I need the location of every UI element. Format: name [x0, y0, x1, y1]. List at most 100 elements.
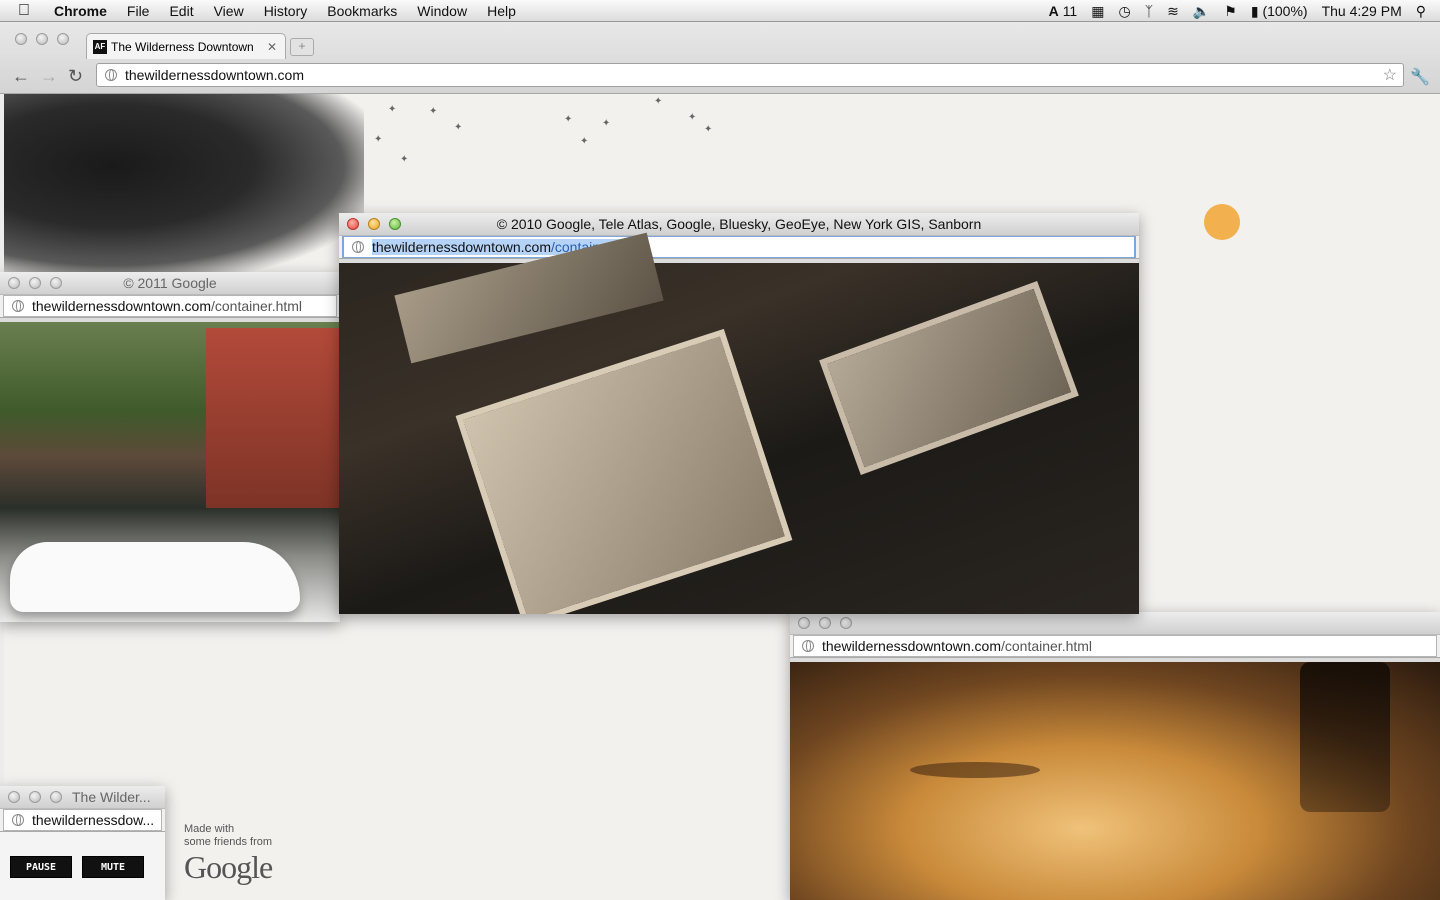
menu-window[interactable]: Window	[417, 3, 467, 19]
reload-icon[interactable]: ↻	[68, 66, 83, 87]
menu-app-name[interactable]: Chrome	[54, 3, 107, 19]
bird-icon: ✦	[688, 112, 697, 123]
window-controls	[8, 277, 71, 289]
close-window-button[interactable]	[8, 277, 20, 289]
popup-window-running[interactable]: thewildernessdowntown.com/container.html	[790, 612, 1440, 900]
popup-window-aerial[interactable]: © 2010 Google, Tele Atlas, Google, Blues…	[339, 213, 1139, 614]
adobe-updater-item[interactable]: A 11	[1049, 3, 1078, 19]
input-flag-icon[interactable]: ⚑	[1224, 3, 1237, 20]
playback-controls: PAUSE MUTE	[10, 856, 154, 878]
popup-title: The Wilder...	[72, 789, 151, 805]
menu-bookmarks[interactable]: Bookmarks	[327, 3, 397, 19]
pause-button[interactable]: PAUSE	[10, 856, 72, 878]
battery-icon: ▮	[1250, 2, 1259, 19]
window-controls	[15, 33, 78, 45]
street-view-video	[0, 322, 340, 622]
white-car-image	[10, 542, 300, 612]
battery-item[interactable]: ▮ (100%)	[1251, 3, 1308, 20]
popup-title: © 2011 Google	[123, 275, 217, 291]
bluetooth-icon[interactable]: ᛉ	[1145, 3, 1153, 19]
close-window-button[interactable]	[347, 218, 359, 230]
spotlight-search-icon[interactable]: ⚲	[1416, 3, 1426, 20]
url-host: thewildernessdowntown.com	[822, 638, 1001, 654]
mute-button[interactable]: MUTE	[82, 856, 144, 878]
wifi-icon[interactable]: ≋	[1167, 3, 1179, 20]
close-window-button[interactable]	[798, 617, 810, 629]
menu-history[interactable]: History	[264, 3, 308, 19]
window-controls	[798, 617, 861, 629]
close-window-button[interactable]	[8, 791, 20, 803]
popup-titlebar[interactable]: © 2010 Google, Tele Atlas, Google, Blues…	[339, 213, 1139, 235]
tab-wilderness-downtown[interactable]: AF The Wilderness Downtown ✕	[86, 33, 286, 59]
bird-icon: ✦	[580, 136, 589, 147]
rooftop-image	[463, 336, 785, 614]
zoom-window-button[interactable]	[50, 791, 62, 803]
adobe-count: 11	[1062, 3, 1078, 19]
globe-icon	[105, 69, 117, 81]
popup-window-controls[interactable]: The Wilder... thewildernessdow...	[0, 786, 165, 900]
minimize-window-button[interactable]	[819, 617, 831, 629]
bird-icon: ✦	[454, 122, 463, 133]
window-controls	[8, 791, 71, 803]
globe-icon	[802, 640, 814, 652]
bird-icon: ✦	[564, 114, 573, 125]
bird-icon: ✦	[429, 106, 438, 117]
minimize-window-button[interactable]	[29, 277, 41, 289]
menu-edit[interactable]: Edit	[169, 3, 193, 19]
minimize-window-button[interactable]	[29, 791, 41, 803]
popup-url-field[interactable]: thewildernessdowntown.com/container.html	[793, 635, 1437, 657]
zoom-window-button[interactable]	[50, 277, 62, 289]
google-logo: Google	[184, 849, 273, 885]
shadow-image	[910, 762, 1040, 778]
google-credit[interactable]: Made with some friends from Google	[184, 823, 273, 885]
close-window-button[interactable]	[15, 33, 27, 45]
menu-view[interactable]: View	[214, 3, 244, 19]
evernote-icon[interactable]: ▦	[1091, 3, 1104, 20]
zoom-window-button[interactable]	[57, 33, 69, 45]
popup-window-street[interactable]: © 2011 Google thewildernessdowntown.com /…	[0, 272, 340, 622]
clock[interactable]: Thu 4:29 PM	[1322, 3, 1402, 19]
url-path: /container.html	[210, 298, 303, 314]
popup-address-bar[interactable]: thewildernessdowntown.com/container.html	[339, 235, 1139, 259]
bookmark-star-icon[interactable]: ☆	[1383, 65, 1397, 85]
address-bar[interactable]: thewildernessdowntown.com ☆	[96, 63, 1404, 87]
tab-favicon: AF	[93, 39, 107, 54]
zoom-window-button[interactable]	[389, 218, 401, 230]
globe-icon	[12, 300, 24, 312]
tab-close-icon[interactable]: ✕	[267, 40, 277, 54]
minimize-window-button[interactable]	[36, 33, 48, 45]
popup-address-bar[interactable]: thewildernessdowntown.com/container.html	[790, 634, 1440, 658]
forward-arrow-icon[interactable]: →	[40, 66, 58, 87]
menu-file[interactable]: File	[127, 3, 150, 19]
battery-percent: (100%)	[1262, 2, 1308, 19]
credit-line-2: some friends from	[184, 836, 273, 848]
running-figure-video	[790, 662, 1440, 900]
url-text: thewildernessdow...	[32, 812, 155, 828]
time-machine-icon[interactable]: ◷	[1118, 3, 1130, 20]
new-tab-button[interactable]: +	[290, 38, 314, 56]
popup-titlebar[interactable]	[790, 612, 1440, 634]
popup-url-field[interactable]: thewildernessdowntown.com/container.html	[3, 295, 337, 317]
popup-titlebar[interactable]: The Wilder...	[0, 786, 165, 808]
zoom-window-button[interactable]	[840, 617, 852, 629]
runner-legs-image	[1300, 662, 1390, 812]
minimize-window-button[interactable]	[368, 218, 380, 230]
url-path: /container.html	[1000, 638, 1093, 654]
url-host: thewildernessdowntown.com	[372, 239, 551, 255]
popup-address-bar[interactable]: thewildernessdow...	[0, 808, 165, 832]
apple-menu-icon[interactable]: 	[18, 2, 30, 20]
popup-url-field[interactable]: thewildernessdowntown.com/container.html	[342, 236, 1136, 258]
menu-bar:  Chrome File Edit View History Bookmark…	[0, 0, 1440, 22]
popup-address-bar[interactable]: thewildernessdowntown.com/container.html	[0, 294, 340, 318]
brick-building-image	[206, 328, 340, 508]
menu-help[interactable]: Help	[487, 3, 516, 19]
bird-icon: ✦	[374, 134, 383, 145]
globe-icon	[12, 814, 24, 826]
back-arrow-icon[interactable]: ←	[12, 66, 30, 87]
orange-sun-circle	[1204, 204, 1240, 240]
wrench-menu-icon[interactable]: 🔧	[1410, 67, 1430, 87]
popup-titlebar[interactable]: © 2011 Google	[0, 272, 340, 294]
volume-icon[interactable]: 🔈	[1193, 3, 1210, 20]
popup-url-field[interactable]: thewildernessdow...	[3, 809, 162, 831]
rooftop-image	[826, 288, 1072, 468]
